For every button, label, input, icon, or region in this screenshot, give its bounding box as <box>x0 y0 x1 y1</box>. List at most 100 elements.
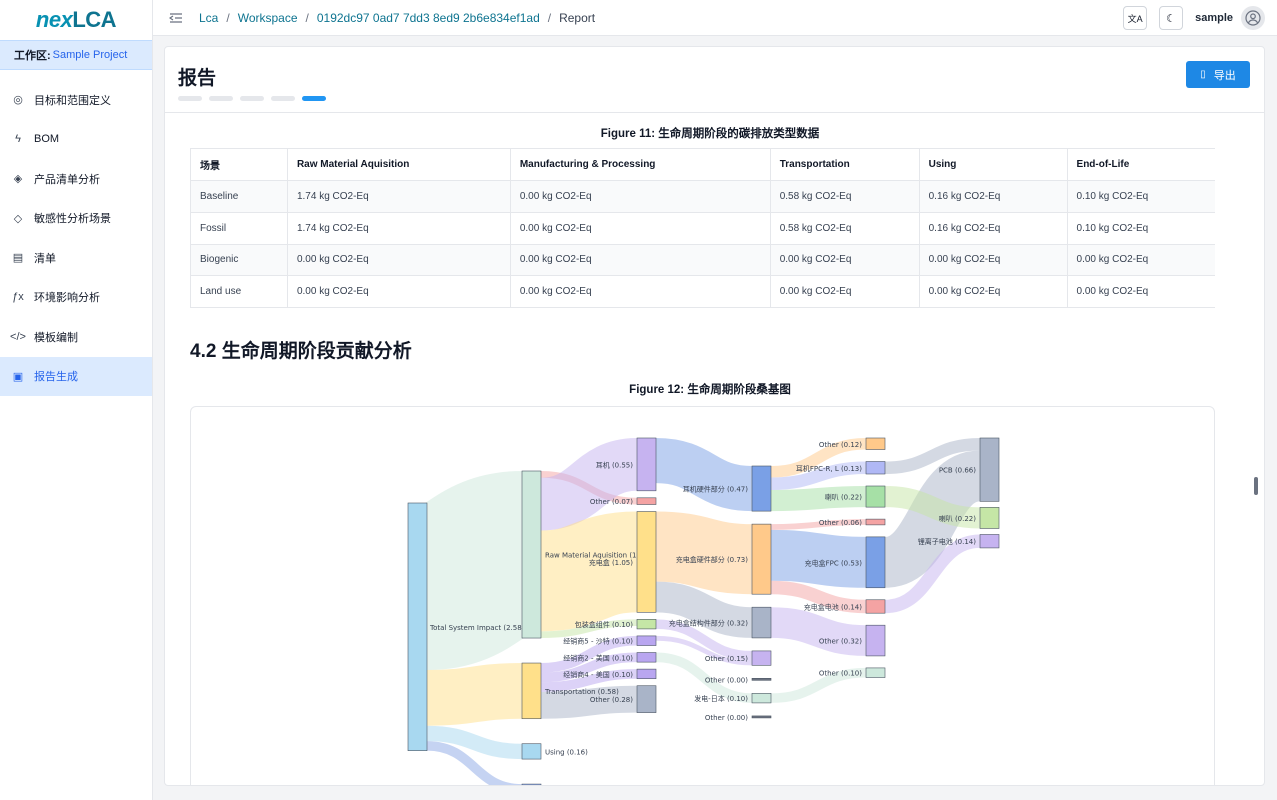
sankey-node[interactable] <box>636 685 657 714</box>
workspace-label: 工作区: <box>14 50 51 62</box>
sankey-node[interactable] <box>865 625 886 657</box>
sankey-node[interactable] <box>865 437 886 451</box>
sankey-node-label: PCB (0.66) <box>939 467 976 475</box>
sankey-node-label: 锂离子电池 (0.14) <box>918 537 977 546</box>
sidebar-item-label: 敏感性分析场景 <box>34 213 111 226</box>
sankey-node[interactable] <box>979 437 1000 502</box>
sankey-node-label: 喇叭 (0.22) <box>939 514 977 523</box>
breadcrumb-lca[interactable]: Lca <box>199 11 218 25</box>
table-cell: Fossil <box>190 212 288 245</box>
sankey-node-label: 充电盒结构件部分 (0.32) <box>669 619 749 628</box>
sankey-node[interactable] <box>751 607 772 639</box>
sankey-node-label: 经销商5 - 沙特 (0.10) <box>563 637 633 646</box>
table-cell: 0.00 kg CO2-Eq <box>770 275 920 309</box>
section-title: 4.2 生命周期阶段贡献分析 <box>190 341 412 363</box>
sankey-node[interactable] <box>636 619 657 630</box>
sankey-node[interactable] <box>865 485 886 508</box>
sidebar-item-label: BOM <box>34 133 60 146</box>
sankey-node-label: 耳机 (0.55) <box>596 461 634 470</box>
sankey-node[interactable] <box>636 669 657 680</box>
sankey-node[interactable] <box>521 743 542 760</box>
table-cell: 0.00 kg CO2-Eq <box>919 244 1068 277</box>
report-panel: 报告 ▯ 导出 Figure 11: 生命周期阶段的碳排放类型数据 场景 Raw … <box>164 46 1265 786</box>
username[interactable]: sample <box>1195 12 1233 24</box>
sankey-node-label: Total System Impact (2.58) <box>429 624 525 632</box>
vertical-scrollbar[interactable] <box>1254 113 1259 775</box>
language-toggle-button[interactable]: 文A <box>1123 6 1148 30</box>
sankey-node[interactable] <box>521 470 542 639</box>
sankey-node-label: 充电盒 (1.05) <box>589 558 634 567</box>
export-button[interactable]: ▯ 导出 <box>1186 61 1250 88</box>
sankey-node[interactable] <box>751 715 772 719</box>
sankey-node[interactable] <box>751 678 772 681</box>
sidebar-item-0[interactable]: ◎ 目标和范围定义 <box>0 80 152 120</box>
sidebar-item-1[interactable]: ϟ BOM <box>0 120 152 160</box>
sankey-node-label: 耳机FPC-R, L (0.13) <box>796 464 862 473</box>
sankey-node-label: 包装盒组件 (0.10) <box>575 620 634 629</box>
sankey-node[interactable] <box>979 507 1000 529</box>
report-content[interactable]: Figure 11: 生命周期阶段的碳排放类型数据 场景 Raw Material… <box>165 113 1250 786</box>
step-indicator[interactable] <box>178 96 202 101</box>
breadcrumb-project-id[interactable]: 0192dc97 0ad7 7dd3 8ed9 2b6e834ef1ad <box>317 11 540 25</box>
sankey-node[interactable] <box>751 650 772 666</box>
sankey-node[interactable] <box>407 502 428 752</box>
avatar[interactable] <box>1241 6 1265 30</box>
step-indicator[interactable] <box>240 96 264 101</box>
table-cell: Biogenic <box>190 244 288 277</box>
sankey-node[interactable] <box>751 524 772 595</box>
table-cell: 0.00 kg CO2-Eq <box>919 275 1068 309</box>
step-indicator[interactable] <box>302 96 326 101</box>
sankey-node-label: Other (0.07) <box>590 498 633 506</box>
sankey-node[interactable] <box>636 497 657 506</box>
sankey-node[interactable] <box>751 693 772 704</box>
table-cell: 0.58 kg CO2-Eq <box>770 212 920 245</box>
column-header: Manufacturing & Processing <box>510 148 771 181</box>
sidebar-item-label: 目标和范围定义 <box>34 94 111 107</box>
sankey-node[interactable] <box>636 635 657 647</box>
sankey-node-label: 充电盒电池 (0.14) <box>804 603 863 612</box>
app-logo[interactable]: nex LCA <box>0 0 152 40</box>
sankey-node[interactable] <box>979 534 1000 549</box>
file-icon: ▯ <box>1200 69 1206 80</box>
table-row: Baseline 1.74 kg CO2-Eq 0.00 kg CO2-Eq 0.58… <box>190 180 1215 213</box>
sankey-link <box>426 663 523 726</box>
step-indicator[interactable] <box>209 96 233 101</box>
sankey-node[interactable] <box>521 662 542 720</box>
sankey-node-label: Other (0.06) <box>819 519 862 527</box>
column-header: End-of-Life <box>1067 148 1215 181</box>
sidebar-collapse-icon[interactable] <box>169 12 183 24</box>
sankey-node[interactable] <box>636 652 657 663</box>
table-cell: 0.00 kg CO2-Eq <box>287 275 511 309</box>
user-icon <box>1245 10 1261 26</box>
table-row: Fossil 1.74 kg CO2-Eq 0.00 kg CO2-Eq 0.58 k… <box>190 212 1215 245</box>
badge-icon: ◇ <box>13 212 23 225</box>
sankey-node[interactable] <box>865 599 886 614</box>
sankey-node[interactable] <box>865 519 886 526</box>
sankey-node-label: Other (0.12) <box>819 441 862 449</box>
sidebar-item-label: 环境影响分析 <box>34 292 100 305</box>
step-indicator[interactable] <box>271 96 295 101</box>
sankey-node-label: 经销商4 - 美国 (0.10) <box>563 670 633 679</box>
sankey-node[interactable] <box>636 437 657 492</box>
table-row: Biogenic 0.00 kg CO2-Eq 0.00 kg CO2-Eq 0.00… <box>190 244 1215 277</box>
sankey-node-label: 充电盒FPC (0.53) <box>805 559 863 568</box>
sidebar-item-6[interactable]: </> 模板编制 <box>0 317 152 357</box>
sankey-node[interactable] <box>865 667 886 679</box>
sankey-node[interactable] <box>865 536 886 589</box>
sankey-svg: Total System Impact (2.58)Raw Material A… <box>407 437 1000 786</box>
sankey-node-label: Other (0.28) <box>590 696 633 704</box>
sankey-node[interactable] <box>636 511 657 613</box>
sidebar-item-7[interactable]: ▣ 报告生成 <box>0 356 152 396</box>
scrollbar-thumb[interactable] <box>1254 477 1258 495</box>
breadcrumb-workspace[interactable]: Workspace <box>238 11 298 25</box>
sidebar-item-4[interactable]: ▤ 清单 <box>0 238 152 278</box>
sidebar-item-2[interactable]: ◈ 产品清单分析 <box>0 159 152 199</box>
theme-toggle-button[interactable]: ☾ <box>1159 6 1184 30</box>
workspace-name: Sample Project <box>52 49 128 61</box>
sidebar-nav: ◎ 目标和范围定义 ϟ BOM ◈ 产品清单分析 ◇ 敏感性分析场景 ▤ 清单 ƒx 环境影响分析 </… <box>0 80 152 396</box>
sidebar-item-5[interactable]: ƒx 环境影响分析 <box>0 278 152 318</box>
sankey-node[interactable] <box>751 465 772 512</box>
sankey-node[interactable] <box>865 461 886 475</box>
sankey-node[interactable] <box>521 783 542 786</box>
sidebar-item-3[interactable]: ◇ 敏感性分析场景 <box>0 199 152 239</box>
